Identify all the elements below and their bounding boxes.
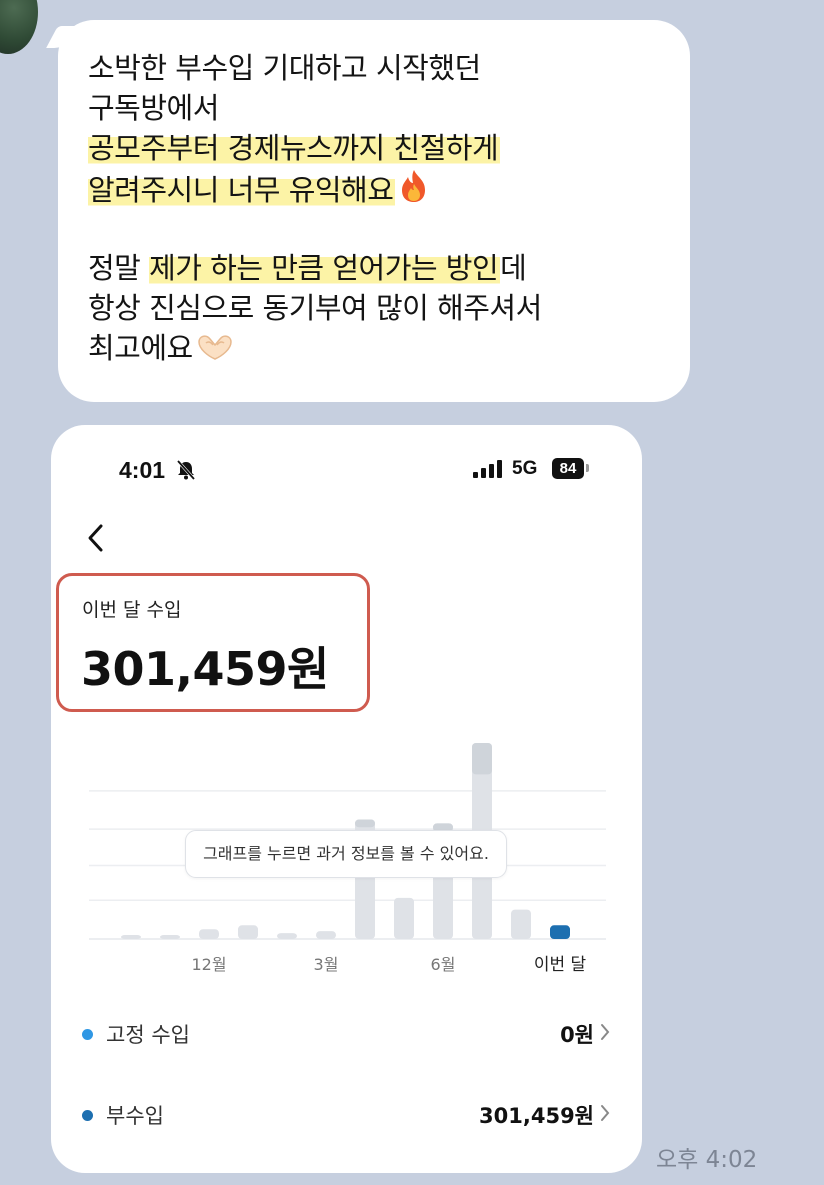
chart-bar[interactable] (160, 935, 180, 939)
chart-x-tick-label: 12월 (191, 955, 226, 974)
chart-bar-top-segment (472, 743, 492, 775)
fire-emoji (397, 168, 431, 214)
chart-bar[interactable] (277, 933, 297, 939)
message-line: 최고에요 (88, 328, 678, 368)
chart-bar[interactable] (394, 897, 414, 939)
message-line: 정말 제가 하는 만큼 얻어가는 방인데 (88, 248, 678, 288)
chart-bar[interactable] (199, 929, 219, 939)
highlighted-text: 제가 하는 만큼 얻어가는 방인 (149, 251, 501, 285)
message-text-segment: 구독방에서 (88, 91, 219, 125)
income-amount: 301,459원 (81, 642, 329, 696)
message-line: 구독방에서 (88, 88, 678, 128)
heart-hands-emoji (195, 332, 235, 372)
status-bar: 4:01 5G 84 (51, 457, 642, 485)
highlighted-text: 공모주부터 경제뉴스까지 친절하게 (88, 131, 501, 165)
status-time: 4:01 (119, 457, 166, 483)
income-label: 이번 달 수입 (82, 599, 182, 621)
message-line: 공모주부터 경제뉴스까지 친절하게 (88, 128, 678, 168)
chart-bar[interactable] (121, 935, 141, 939)
back-chevron-icon[interactable] (85, 523, 107, 553)
highlighted-text: 알려주시니 너무 유익해요 (88, 173, 396, 207)
side-income-row[interactable]: 부수입 301,459원 (51, 1096, 642, 1136)
message-text: 소박한 부수입 기대하고 시작했던 구독방에서 공모주부터 경제뉴스까지 친절하… (88, 48, 678, 368)
side-income-value: 301,459원 (479, 1104, 594, 1128)
side-income-dot (82, 1110, 93, 1121)
chevron-right-icon (600, 1104, 610, 1126)
message-timestamp: 오후 4:02 (656, 1147, 758, 1173)
side-income-label: 부수입 (106, 1104, 164, 1128)
chart-x-tick-label: 이번 달 (534, 955, 587, 975)
fixed-income-dot (82, 1029, 93, 1040)
chart-bar[interactable] (511, 909, 531, 939)
message-text-segment: 소박한 부수입 기대하고 시작했던 (88, 51, 481, 85)
chart-bar-current-month[interactable] (550, 925, 570, 939)
message-line: 알려주시니 너무 유익해요 (88, 168, 678, 208)
fixed-income-row[interactable]: 고정 수입 0원 (51, 1015, 642, 1055)
sender-avatar[interactable] (0, 0, 38, 54)
fixed-income-label: 고정 수입 (106, 1023, 190, 1047)
message-line: 항상 진심으로 동기부여 많이 해주셔서 (88, 288, 678, 328)
message-line: 소박한 부수입 기대하고 시작했던 (88, 48, 678, 88)
chart-x-tick-label: 3월 (314, 955, 339, 974)
battery-tip (586, 464, 589, 472)
fixed-income-value: 0원 (560, 1023, 594, 1047)
chart-bar[interactable] (238, 925, 258, 939)
message-text-segment: 정말 (88, 251, 150, 285)
cell-signal-icon (473, 460, 505, 483)
chart-bar-top-segment (355, 819, 375, 828)
message-text-segment: 최고에요 (88, 331, 193, 365)
message-text-segment: 항상 진심으로 동기부여 많이 해주셔서 (88, 291, 542, 325)
network-type: 5G (512, 458, 538, 479)
screenshot-card[interactable]: 4:01 5G 84 이번 달 수입 301,459원 12월 3월 6월 이번 달 … (51, 425, 642, 1173)
chart-x-tick-label: 6월 (431, 955, 456, 974)
chart-tooltip: 그래프를 누르면 과거 정보를 볼 수 있어요. (185, 830, 507, 878)
bell-muted-icon (175, 459, 197, 486)
battery-indicator: 84 (552, 458, 584, 479)
message-text-segment: 데 (500, 251, 527, 285)
chart-bar[interactable] (316, 931, 336, 939)
chevron-right-icon (600, 1023, 610, 1045)
